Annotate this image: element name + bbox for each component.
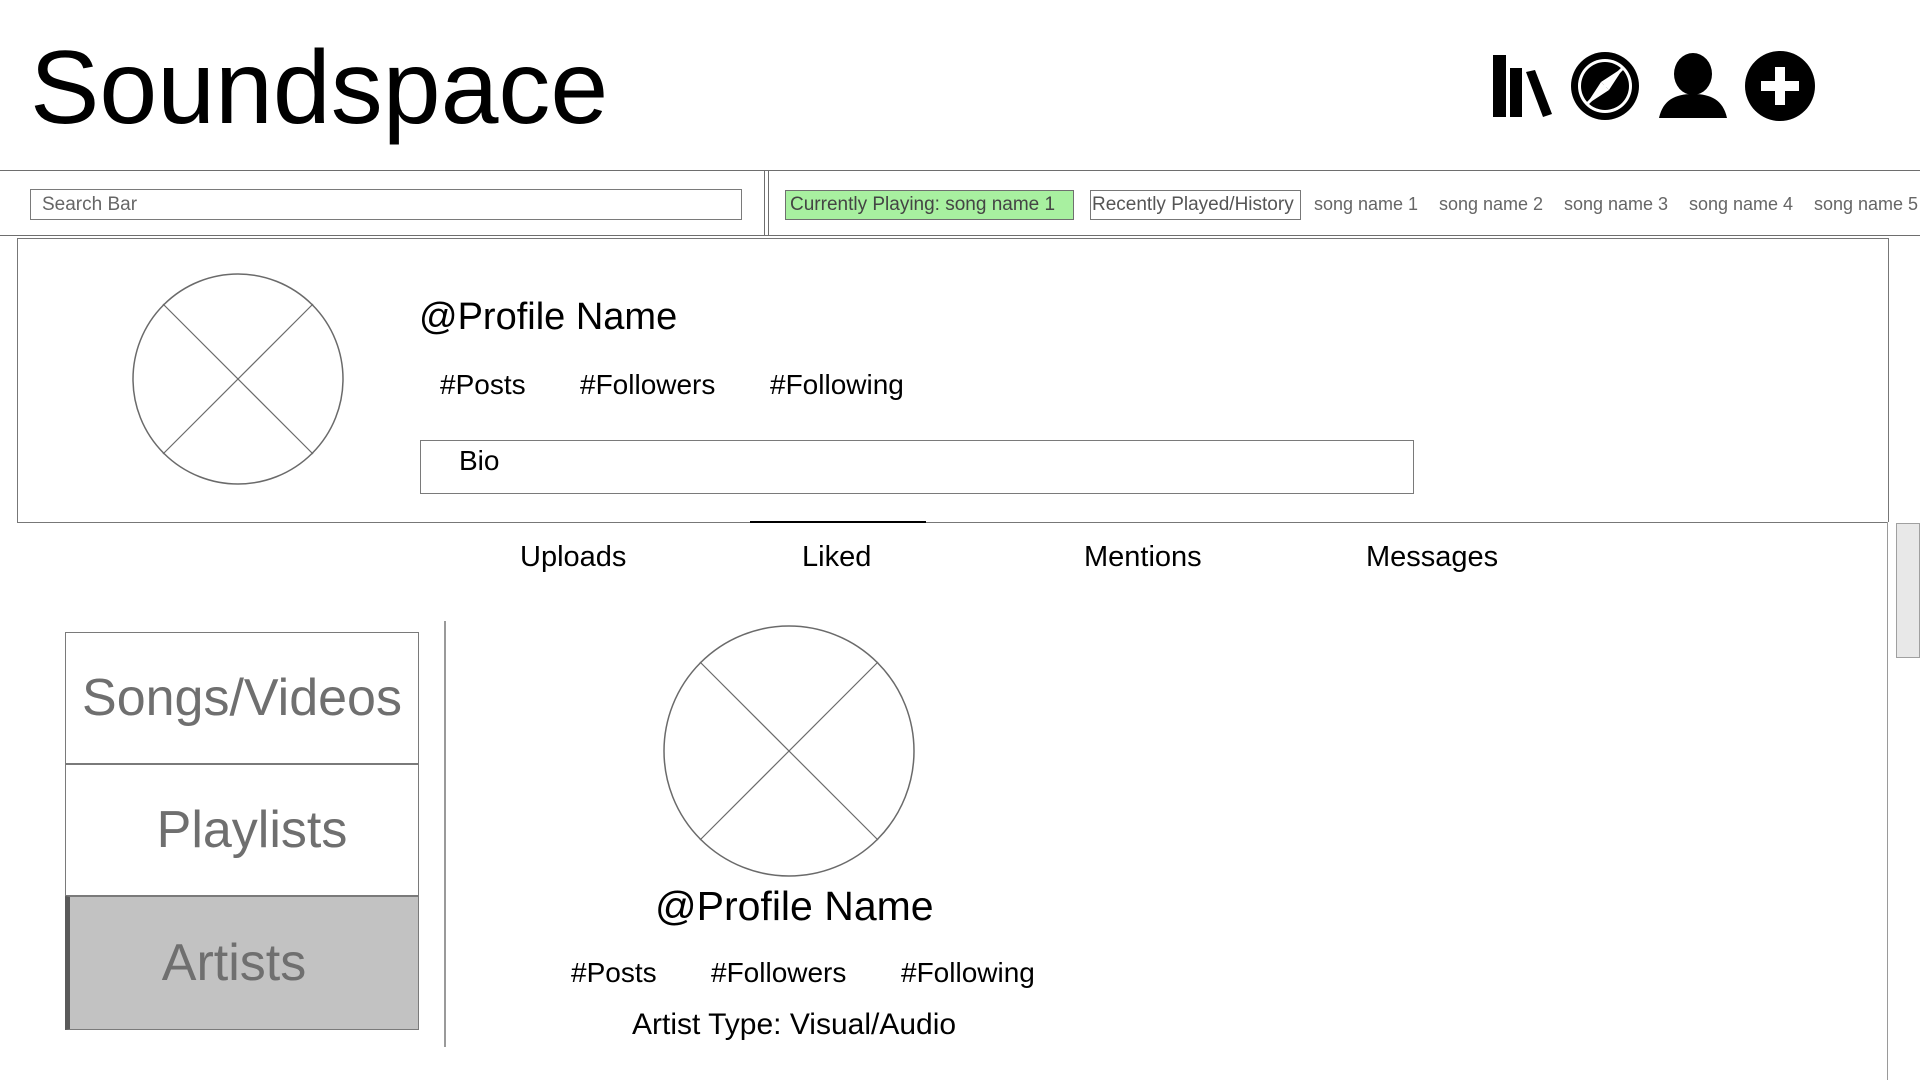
category-divider [444,621,446,1047]
category-label: Playlists [156,801,348,859]
category-playlists[interactable]: Playlists [65,764,419,896]
recent-song-link[interactable]: song name 2 [1439,192,1543,216]
profile-name: @Profile Name [419,296,678,338]
artist-posts-count: #Posts [571,957,657,988]
active-tab-indicator [750,521,926,523]
category-label: Artists [161,934,307,992]
search-input[interactable] [30,189,742,220]
artist-avatar-placeholder[interactable] [662,624,916,878]
tab-uploads[interactable]: Uploads [520,538,626,576]
profile-followers-count[interactable]: #Followers [580,367,715,403]
recent-song-link[interactable]: song name 5 [1814,192,1918,216]
category-artists[interactable]: Artists [65,896,419,1030]
scrollbar-thumb[interactable] [1896,523,1920,658]
tab-mentions[interactable]: Mentions [1084,538,1202,576]
artist-type: Artist Type: Visual/Audio [632,1008,957,1041]
library-icon[interactable] [1488,50,1560,122]
recently-played-history-button[interactable]: Recently Played/History [1090,190,1301,220]
artist-profile-name[interactable]: @Profile Name [655,881,934,931]
tab-liked[interactable]: Liked [802,538,871,576]
artist-following-count: #Following [901,957,1035,988]
app-title: Soundspace [30,30,609,146]
profile-avatar-placeholder[interactable] [131,272,345,486]
category-songs-videos[interactable]: Songs/Videos [65,632,419,764]
profile-following-count[interactable]: #Following [770,367,904,403]
bio-box [420,440,1414,494]
add-icon[interactable] [1744,50,1816,122]
recent-song-link[interactable]: song name 4 [1689,192,1793,216]
profile-icon[interactable] [1657,50,1729,122]
currently-playing-button[interactable]: Currently Playing: song name 1 [785,190,1074,220]
bio-text: Bio [459,445,500,476]
tab-messages[interactable]: Messages [1366,538,1498,576]
artist-followers-count: #Followers [711,957,847,988]
recent-song-link[interactable]: song name 1 [1314,192,1418,216]
profile-posts-count[interactable]: #Posts [440,367,526,403]
category-label: Songs/Videos [82,669,402,727]
explore-compass-icon[interactable] [1569,50,1641,122]
recent-song-link[interactable]: song name 3 [1564,192,1668,216]
